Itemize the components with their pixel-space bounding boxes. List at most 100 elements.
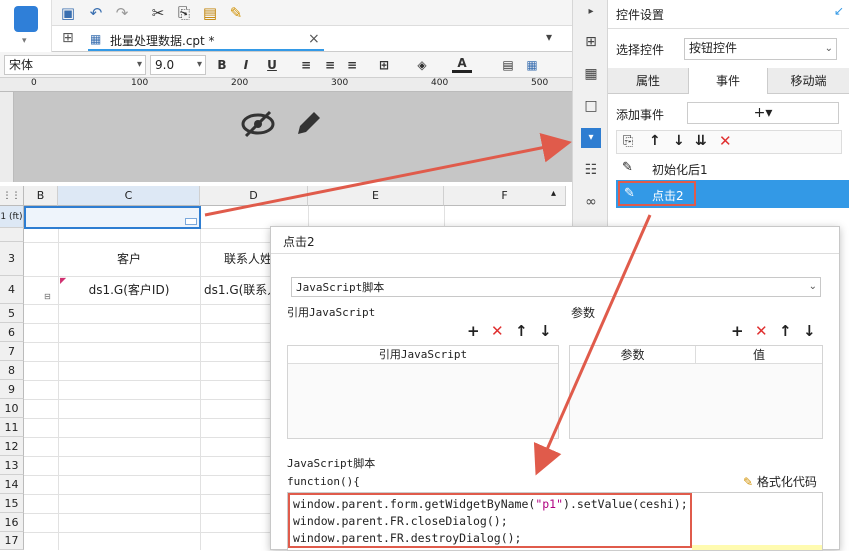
row-header[interactable]: 17 <box>0 532 24 550</box>
arrow-down-icon[interactable]: ↓ <box>803 323 816 339</box>
ruler-mark: 0 <box>31 78 37 88</box>
font-color-icon[interactable]: A <box>452 55 472 73</box>
widget-canvas[interactable] <box>14 92 572 182</box>
cut-icon[interactable]: ✂ <box>148 3 168 23</box>
copy-icon[interactable]: ⎘ <box>623 134 633 149</box>
add-icon[interactable]: + <box>467 323 480 339</box>
align-left-icon[interactable]: ≡ <box>296 55 316 75</box>
row-header[interactable]: 7 <box>0 342 24 361</box>
grid-icon[interactable]: ⊞ <box>62 30 74 46</box>
row-header[interactable]: 3 <box>0 242 24 276</box>
widget-type-select[interactable]: 按钮控件 ⌄ <box>684 38 837 60</box>
chevron-down-icon[interactable]: ▾ <box>22 36 27 46</box>
undo-icon[interactable]: ↶ <box>86 3 106 23</box>
tab-mobile[interactable]: 移动端 <box>768 68 849 94</box>
row-header[interactable]: 6 <box>0 323 24 342</box>
fill-color-icon[interactable]: ◈ <box>412 55 432 75</box>
format-code-label: 格式化代码 <box>756 475 817 489</box>
delete-icon[interactable]: ✕ <box>491 323 504 339</box>
format-painter-icon[interactable]: ✎ <box>226 3 246 23</box>
script-type-select[interactable]: JavaScript脚本 ⌄ <box>291 277 821 297</box>
widget-settings-icon[interactable]: ▾ <box>581 128 601 148</box>
row-header[interactable]: 4 <box>0 276 24 304</box>
paste-icon[interactable]: ▤ <box>200 3 220 23</box>
delete-icon[interactable]: ✕ <box>719 132 732 150</box>
column-header-e[interactable]: E <box>308 186 444 206</box>
close-icon[interactable]: × <box>308 31 320 47</box>
app-logo-icon[interactable] <box>14 6 38 32</box>
column-header-d[interactable]: D <box>200 186 308 206</box>
border-icon[interactable]: ⊞ <box>374 55 394 75</box>
font-size-select[interactable]: 9.0 ▾ <box>150 55 206 75</box>
font-family-select[interactable]: 宋体 ▾ <box>4 55 146 75</box>
code-editor[interactable]: window.parent.form.getWidgetByName("p1")… <box>287 492 823 551</box>
cell-property-icon[interactable]: ⊞ <box>581 32 601 52</box>
collapse-right-icon[interactable]: ▸ <box>581 2 601 22</box>
event-item[interactable]: ✎ 初始化后1 <box>616 156 849 180</box>
row-header[interactable]: 5 <box>0 304 24 323</box>
column-header-b[interactable]: B <box>24 186 58 206</box>
row-header[interactable]: 13 <box>0 456 24 475</box>
element-property-icon[interactable]: ▦ <box>581 64 601 84</box>
redo-icon[interactable]: ↷ <box>112 3 132 23</box>
add-event-button[interactable]: +▾ <box>687 102 839 124</box>
scroll-up-icon[interactable]: ▴ <box>551 188 556 199</box>
hyperlink-icon[interactable]: ∞ <box>581 192 601 212</box>
italic-button[interactable]: I <box>236 55 256 75</box>
tab-events[interactable]: 事件 <box>688 68 768 94</box>
cell-contact-header[interactable]: 联系人姓 <box>200 242 270 276</box>
column-header-f[interactable]: F <box>444 186 566 206</box>
value-column-header[interactable]: 值 <box>696 346 822 364</box>
tab-properties[interactable]: 属性 <box>608 68 688 94</box>
arrow-up-icon[interactable]: ↑ <box>515 323 528 339</box>
event-label: 点击2 <box>652 189 684 203</box>
frame-icon[interactable]: □ <box>581 96 601 116</box>
arrow-down-icon[interactable]: ↓ <box>539 323 552 339</box>
row-header[interactable]: 14 <box>0 475 24 494</box>
format-code-button[interactable]: ✎ 格式化代码 <box>743 473 817 490</box>
arrow-up-icon[interactable]: ↑ <box>779 323 792 339</box>
tab-menu-icon[interactable]: ▾ <box>546 30 552 44</box>
dialog-title: 点击2 <box>283 235 315 249</box>
align-right-icon[interactable]: ≡ <box>342 55 362 75</box>
row-header[interactable]: 9 <box>0 380 24 399</box>
align-center-icon[interactable]: ≡ <box>320 55 340 75</box>
font-family-value: 宋体 <box>9 58 34 72</box>
hidden-eye-icon[interactable] <box>240 106 276 142</box>
column-header-c[interactable]: C <box>58 186 200 206</box>
arrow-down-icon[interactable]: ↓ <box>673 133 685 149</box>
row-header[interactable]: 15 <box>0 494 24 513</box>
row-header[interactable]: 11 <box>0 418 24 437</box>
corner-flag-icon: ◤ <box>60 276 67 285</box>
selected-cell[interactable] <box>24 206 201 229</box>
file-tab[interactable]: ▦ 批量处理数据.cpt * × <box>88 29 324 51</box>
param-column-header[interactable]: 参数 <box>570 346 696 364</box>
ref-js-header[interactable]: 引用JavaScript <box>288 346 558 364</box>
pin-icon[interactable]: ↙ <box>834 4 844 18</box>
arrow-up-icon[interactable]: ↑ <box>649 133 661 149</box>
row-header[interactable]: 8 <box>0 361 24 380</box>
row-header[interactable]: 12 <box>0 437 24 456</box>
save-icon[interactable]: ▣ <box>58 3 78 23</box>
cell-customer-header[interactable]: 客户 <box>58 242 200 276</box>
event-item-selected[interactable]: ✎ 点击2 <box>616 180 849 208</box>
bold-button[interactable]: B <box>212 55 232 75</box>
merge-cells-icon[interactable]: ▤ <box>498 55 518 75</box>
row-header[interactable]: 10 <box>0 399 24 418</box>
row-header[interactable]: 16 <box>0 513 24 532</box>
row-header[interactable]: 1 (ft) <box>0 206 24 228</box>
underline-button[interactable]: U <box>262 55 282 75</box>
row-header-hidden[interactable] <box>0 228 24 242</box>
add-icon[interactable]: + <box>731 323 744 339</box>
move-bottom-icon[interactable]: ⇊ <box>695 133 707 149</box>
table-icon[interactable]: ▦ <box>522 55 542 75</box>
copy-icon[interactable]: ⎘ <box>174 3 194 23</box>
cell-contact-expr[interactable]: ds1.G(联系人 <box>200 276 270 304</box>
cell-customer-id[interactable]: ds1.G(客户ID) <box>58 276 200 304</box>
condition-icon[interactable]: ☷ <box>581 160 601 180</box>
vertical-ruler <box>0 92 14 182</box>
expand-icon[interactable]: ⊟ <box>44 292 51 301</box>
pencil-icon[interactable] <box>292 106 324 140</box>
grid-corner[interactable]: ⋮⋮ <box>0 186 24 206</box>
delete-icon[interactable]: ✕ <box>755 323 768 339</box>
